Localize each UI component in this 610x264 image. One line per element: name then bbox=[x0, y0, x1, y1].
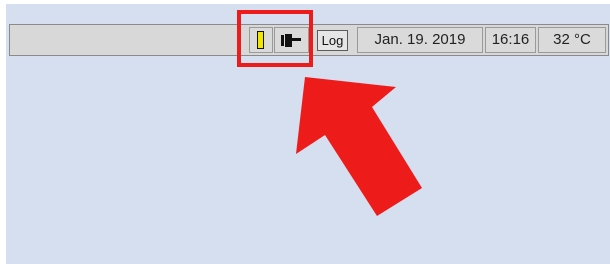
power-plug-icon bbox=[281, 34, 301, 47]
time-display: 16:16 bbox=[485, 27, 536, 53]
temperature-display: 32 °C bbox=[538, 27, 606, 53]
power-source-indicator bbox=[274, 27, 309, 53]
battery-indicator bbox=[249, 27, 273, 53]
battery-level-icon bbox=[257, 31, 264, 49]
status-bar: Log Jan. 19. 2019 16:16 32 °C bbox=[9, 24, 609, 56]
date-display: Jan. 19. 2019 bbox=[357, 27, 483, 53]
app-window: Log Jan. 19. 2019 16:16 32 °C bbox=[6, 4, 610, 264]
log-button[interactable]: Log bbox=[317, 30, 348, 51]
